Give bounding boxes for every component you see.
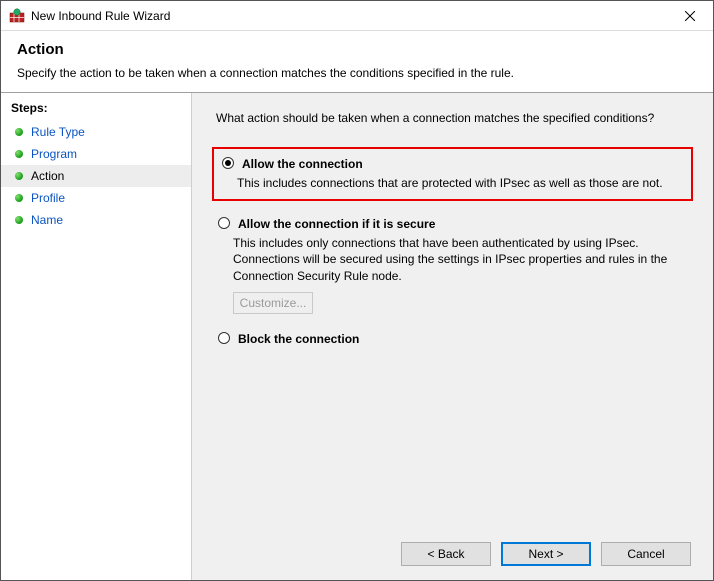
radio-allow[interactable]: [222, 157, 234, 169]
steps-heading: Steps:: [1, 97, 191, 121]
sidebar-item-name[interactable]: Name: [1, 209, 191, 231]
sidebar-item-label: Action: [31, 169, 64, 183]
option-allow-secure-group: Allow the connection if it is secure Thi…: [212, 215, 693, 314]
option-title: Allow the connection: [242, 157, 363, 171]
option-desc: This includes connections that are prote…: [237, 173, 685, 191]
cancel-button[interactable]: Cancel: [601, 542, 691, 566]
wizard-window: New Inbound Rule Wizard Action Specify t…: [0, 0, 714, 581]
question-text: What action should be taken when a conne…: [212, 111, 693, 125]
bullet-icon: [15, 172, 23, 180]
radio-allow-secure[interactable]: [218, 217, 230, 229]
option-title: Allow the connection if it is secure: [238, 217, 435, 231]
bullet-icon: [15, 150, 23, 158]
sidebar-item-action[interactable]: Action: [1, 165, 191, 187]
button-row: < Back Next > Cancel: [212, 534, 693, 570]
option-allow-secure[interactable]: Allow the connection if it is secure: [212, 215, 693, 233]
bullet-icon: [15, 216, 23, 224]
option-allow-connection[interactable]: Allow the connection: [216, 155, 685, 173]
option-title: Block the connection: [238, 332, 359, 346]
bullet-icon: [15, 128, 23, 136]
next-button[interactable]: Next >: [501, 542, 591, 566]
body-region: Steps: Rule Type Program Action Profile …: [1, 92, 713, 580]
sidebar-item-program[interactable]: Program: [1, 143, 191, 165]
main-panel: What action should be taken when a conne…: [191, 93, 713, 580]
firewall-icon: [9, 8, 25, 24]
option-allow-highlight: Allow the connection This includes conne…: [212, 147, 693, 201]
titlebar: New Inbound Rule Wizard: [1, 1, 713, 31]
option-block-group: Block the connection: [212, 330, 693, 348]
radio-block[interactable]: [218, 332, 230, 344]
sidebar-item-label: Rule Type: [31, 125, 85, 139]
close-icon: [685, 11, 695, 21]
sidebar-item-rule-type[interactable]: Rule Type: [1, 121, 191, 143]
close-button[interactable]: [667, 1, 713, 31]
window-title: New Inbound Rule Wizard: [31, 9, 170, 23]
sidebar-item-profile[interactable]: Profile: [1, 187, 191, 209]
customize-button: Customize...: [233, 292, 313, 314]
option-desc: This includes only connections that have…: [233, 233, 693, 284]
page-title: Action: [17, 41, 697, 58]
back-button[interactable]: < Back: [401, 542, 491, 566]
sidebar-item-label: Profile: [31, 191, 65, 205]
sidebar-item-label: Name: [31, 213, 63, 227]
option-block-connection[interactable]: Block the connection: [212, 330, 693, 348]
page-subtitle: Specify the action to be taken when a co…: [17, 66, 697, 80]
steps-sidebar: Steps: Rule Type Program Action Profile …: [1, 93, 191, 580]
bullet-icon: [15, 194, 23, 202]
header-region: Action Specify the action to be taken wh…: [1, 31, 713, 92]
sidebar-item-label: Program: [31, 147, 77, 161]
